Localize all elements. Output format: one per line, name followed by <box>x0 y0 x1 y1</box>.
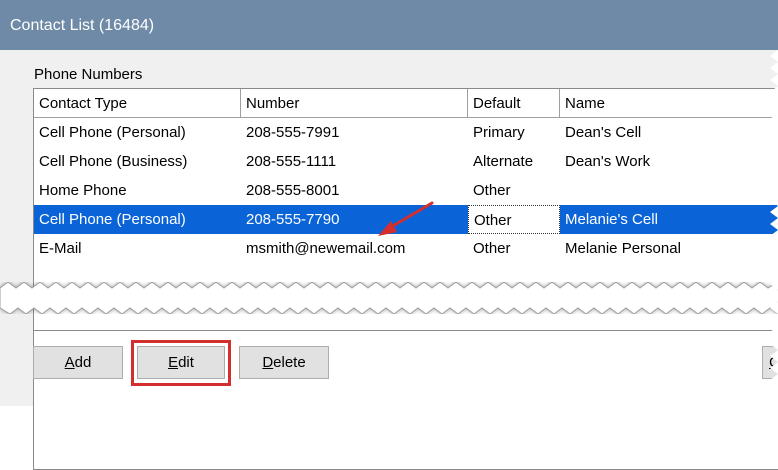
torn-edge-divider <box>0 282 778 314</box>
phone-numbers-group-label: Phone Numbers <box>34 66 143 83</box>
column-header-contact-type[interactable]: Contact Type <box>34 89 241 118</box>
table-header: Contact Type Number Default Name <box>34 89 778 118</box>
edit-button-highlight-box <box>131 340 231 386</box>
cell-default: Alternate <box>473 153 534 170</box>
cell-number: 208-555-7991 <box>246 124 340 141</box>
cell-name <box>560 176 778 205</box>
phone-numbers-table: Contact Type Number Default Name Cell Ph… <box>33 88 778 470</box>
cell-default: Other <box>468 205 560 234</box>
column-header-name[interactable]: Name <box>560 89 778 118</box>
cell-default: Other <box>473 240 511 257</box>
title-bar[interactable]: Contact List (16484) <box>0 0 778 50</box>
cell-name: Dean's Work <box>565 153 651 170</box>
column-header-number[interactable]: Number <box>241 89 468 118</box>
window-title: Contact List (16484) <box>10 17 155 34</box>
table-row[interactable]: E-Mail msmith@newemail.com Other Melanie… <box>34 234 778 263</box>
cell-name: Melanie's Cell <box>565 211 658 228</box>
cell-number: msmith@newemail.com <box>246 240 406 257</box>
table-bottom-area <box>33 314 778 331</box>
contact-list-window: Contact List (16484) Phone Numbers Conta… <box>0 0 778 470</box>
table-row[interactable]: Home Phone 208-555-8001 Other <box>34 176 778 205</box>
cell-number: 208-555-1111 <box>246 153 337 170</box>
column-header-default[interactable]: Default <box>468 89 560 118</box>
add-button[interactable]: Add <box>33 346 123 379</box>
add-button-mnemonic: A <box>64 354 75 371</box>
delete-button-mnemonic: D <box>262 354 274 371</box>
delete-button-label: elete <box>273 354 306 371</box>
cell-name: Dean's Cell <box>565 124 642 141</box>
add-button-label: dd <box>74 354 92 371</box>
cell-number: 208-555-8001 <box>246 182 340 199</box>
cell-contact-type: E-Mail <box>39 240 82 257</box>
table-row[interactable]: Cell Phone (Business) 208-555-1111 Alter… <box>34 147 778 176</box>
cell-default: Other <box>473 182 511 199</box>
cell-number: 208-555-7790 <box>246 211 340 228</box>
right-torn-edge <box>770 50 778 406</box>
cell-name: Melanie Personal <box>565 240 681 257</box>
cell-contact-type: Cell Phone (Personal) <box>39 211 186 228</box>
cell-contact-type: Cell Phone (Business) <box>39 153 188 170</box>
table-row[interactable]: Cell Phone (Personal) 208-555-7991 Prima… <box>34 118 778 147</box>
cell-contact-type: Home Phone <box>39 182 127 199</box>
table-row-selected[interactable]: Cell Phone (Personal) 208-555-7790 Other… <box>34 205 778 234</box>
delete-button[interactable]: Delete <box>239 346 329 379</box>
cell-contact-type: Cell Phone (Personal) <box>39 124 186 141</box>
cell-default: Primary <box>473 124 525 141</box>
